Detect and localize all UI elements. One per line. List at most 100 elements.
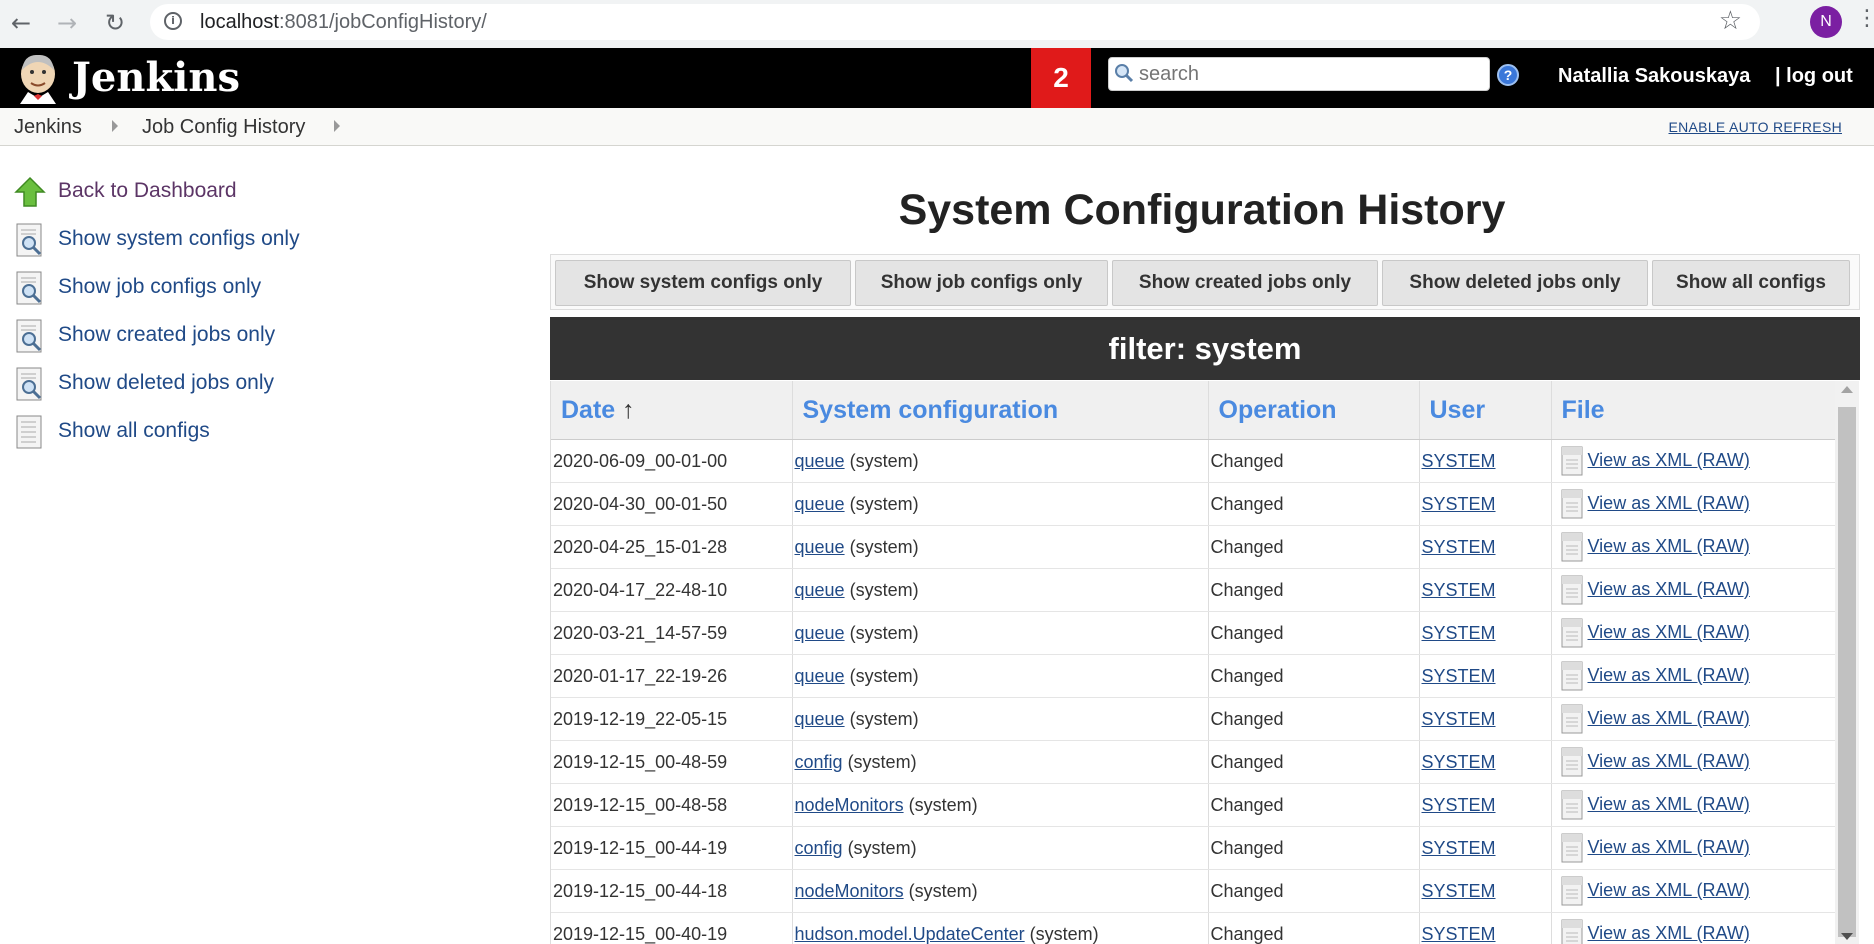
column-header-date-label[interactable]: Date [561, 396, 615, 424]
column-header-file[interactable]: File [1551, 381, 1836, 440]
raw-link[interactable]: (RAW) [1697, 751, 1750, 771]
breadcrumb-jenkins[interactable]: Jenkins [14, 116, 82, 139]
config-link[interactable]: queue [795, 451, 845, 471]
user-link[interactable]: SYSTEM [1422, 451, 1496, 471]
operation-cell: Changed [1208, 912, 1420, 944]
view-as-xml-link[interactable]: View as XML [1588, 880, 1697, 900]
scroll-down-arrow-icon[interactable] [1841, 933, 1853, 940]
user-link[interactable]: SYSTEM [1422, 752, 1496, 772]
view-as-xml-link[interactable]: View as XML [1588, 450, 1697, 470]
breadcrumb-arrow-icon[interactable] [112, 120, 118, 132]
profile-avatar[interactable]: N [1810, 6, 1842, 38]
user-link[interactable]: SYSTEM [1422, 623, 1496, 643]
show-created-jobs-button[interactable]: Show created jobs only [1112, 260, 1378, 306]
view-as-xml-link[interactable]: View as XML [1588, 794, 1697, 814]
user-link[interactable]: SYSTEM [1422, 709, 1496, 729]
breadcrumb-job-config-history[interactable]: Job Config History [142, 116, 305, 139]
raw-link[interactable]: (RAW) [1697, 923, 1750, 943]
reload-icon[interactable]: ↻ [100, 8, 130, 38]
task-label[interactable]: Show all configs [58, 419, 210, 443]
user-link[interactable]: SYSTEM [1422, 795, 1496, 815]
raw-link[interactable]: (RAW) [1697, 794, 1750, 814]
raw-link[interactable]: (RAW) [1697, 665, 1750, 685]
raw-link[interactable]: (RAW) [1697, 837, 1750, 857]
task-label[interactable]: Show system configs only [58, 227, 300, 251]
forward-arrow-icon[interactable]: → [52, 8, 82, 38]
view-as-xml-link[interactable]: View as XML [1588, 622, 1697, 642]
scrollbar-thumb[interactable] [1838, 407, 1856, 937]
column-header-user[interactable]: User [1419, 381, 1552, 440]
show-job-configs-button[interactable]: Show job configs only [855, 260, 1108, 306]
config-link[interactable]: queue [795, 580, 845, 600]
show-system-configs-button[interactable]: Show system configs only [555, 260, 851, 306]
raw-link[interactable]: (RAW) [1697, 708, 1750, 728]
raw-link[interactable]: (RAW) [1697, 579, 1750, 599]
view-as-xml-link[interactable]: View as XML [1588, 579, 1697, 599]
url-path: :8081/jobConfigHistory/ [278, 11, 487, 33]
search-box[interactable] [1108, 57, 1490, 91]
view-as-xml-link[interactable]: View as XML [1588, 493, 1697, 513]
show-deleted-jobs-button[interactable]: Show deleted jobs only [1382, 260, 1648, 306]
task-label[interactable]: Show created jobs only [58, 323, 275, 347]
help-icon[interactable]: ? [1497, 64, 1519, 86]
view-as-xml-link[interactable]: View as XML [1588, 837, 1697, 857]
raw-link[interactable]: (RAW) [1697, 880, 1750, 900]
search-input[interactable] [1139, 61, 1479, 87]
config-link[interactable]: queue [795, 666, 845, 686]
config-link[interactable]: hudson.model.UpdateCenter [795, 924, 1025, 944]
user-name-link[interactable]: Natallia Sakouskaya [1558, 65, 1750, 88]
view-as-xml-link[interactable]: View as XML [1588, 751, 1697, 771]
user-link[interactable]: SYSTEM [1422, 580, 1496, 600]
breadcrumb-arrow-icon[interactable] [334, 120, 340, 132]
show-all-configs-button[interactable]: Show all configs [1652, 260, 1850, 306]
raw-link[interactable]: (RAW) [1697, 493, 1750, 513]
view-as-xml-link[interactable]: View as XML [1588, 665, 1697, 685]
table-scrollbar[interactable] [1835, 381, 1859, 944]
user-link[interactable]: SYSTEM [1422, 666, 1496, 686]
view-as-xml-link[interactable]: View as XML [1588, 708, 1697, 728]
history-table: Date ↑ System configuration Operation Us… [551, 381, 1836, 944]
view-as-xml-link[interactable]: View as XML [1588, 923, 1697, 943]
search-document-icon [16, 367, 42, 401]
jenkins-logo-text[interactable]: Jenkins [72, 54, 240, 101]
config-link[interactable]: config [795, 752, 843, 772]
config-link[interactable]: config [795, 838, 843, 858]
config-link[interactable]: queue [795, 494, 845, 514]
view-as-xml-link[interactable]: View as XML [1588, 536, 1697, 556]
task-label[interactable]: Show job configs only [58, 275, 261, 299]
bookmark-star-icon[interactable]: ☆ [1719, 6, 1742, 36]
config-link[interactable]: nodeMonitors [795, 795, 904, 815]
logout-link[interactable]: | log out [1775, 65, 1853, 88]
browser-menu-icon[interactable]: ⋮ [1856, 6, 1874, 31]
raw-link[interactable]: (RAW) [1697, 536, 1750, 556]
config-suffix: (system) [908, 794, 978, 815]
user-link[interactable]: SYSTEM [1422, 924, 1496, 944]
jenkins-butler-icon[interactable] [14, 52, 62, 104]
config-link[interactable]: queue [795, 623, 845, 643]
notification-badge[interactable]: 2 [1031, 48, 1091, 108]
back-arrow-icon[interactable]: ← [6, 8, 36, 38]
user-link[interactable]: SYSTEM [1422, 537, 1496, 557]
scroll-up-arrow-icon[interactable] [1841, 386, 1853, 393]
enable-auto-refresh-link[interactable]: ENABLE AUTO REFRESH [1669, 119, 1843, 135]
config-cell: queue (system) [792, 568, 1209, 612]
address-bar[interactable]: i localhost:8081/jobConfigHistory/ ☆ [150, 4, 1760, 40]
user-link[interactable]: SYSTEM [1422, 838, 1496, 858]
config-link[interactable]: nodeMonitors [795, 881, 904, 901]
column-header-system-configuration[interactable]: System configuration [792, 381, 1209, 440]
user-link[interactable]: SYSTEM [1422, 881, 1496, 901]
task-label[interactable]: Show deleted jobs only [58, 371, 274, 395]
sort-arrow-icon[interactable]: ↑ [622, 396, 635, 424]
column-header-operation[interactable]: Operation [1208, 381, 1420, 440]
raw-link[interactable]: (RAW) [1697, 622, 1750, 642]
info-icon[interactable]: i [164, 12, 182, 30]
raw-link[interactable]: (RAW) [1697, 450, 1750, 470]
config-link[interactable]: queue [795, 709, 845, 729]
config-link[interactable]: queue [795, 537, 845, 557]
user-link[interactable]: SYSTEM [1422, 494, 1496, 514]
task-label[interactable]: Back to Dashboard [58, 179, 237, 203]
column-header-date[interactable]: Date ↑ [551, 381, 793, 440]
config-suffix: (system) [908, 880, 978, 901]
url-text[interactable]: localhost:8081/jobConfigHistory/ [200, 11, 487, 34]
history-table-container[interactable]: Date ↑ System configuration Operation Us… [550, 381, 1863, 944]
